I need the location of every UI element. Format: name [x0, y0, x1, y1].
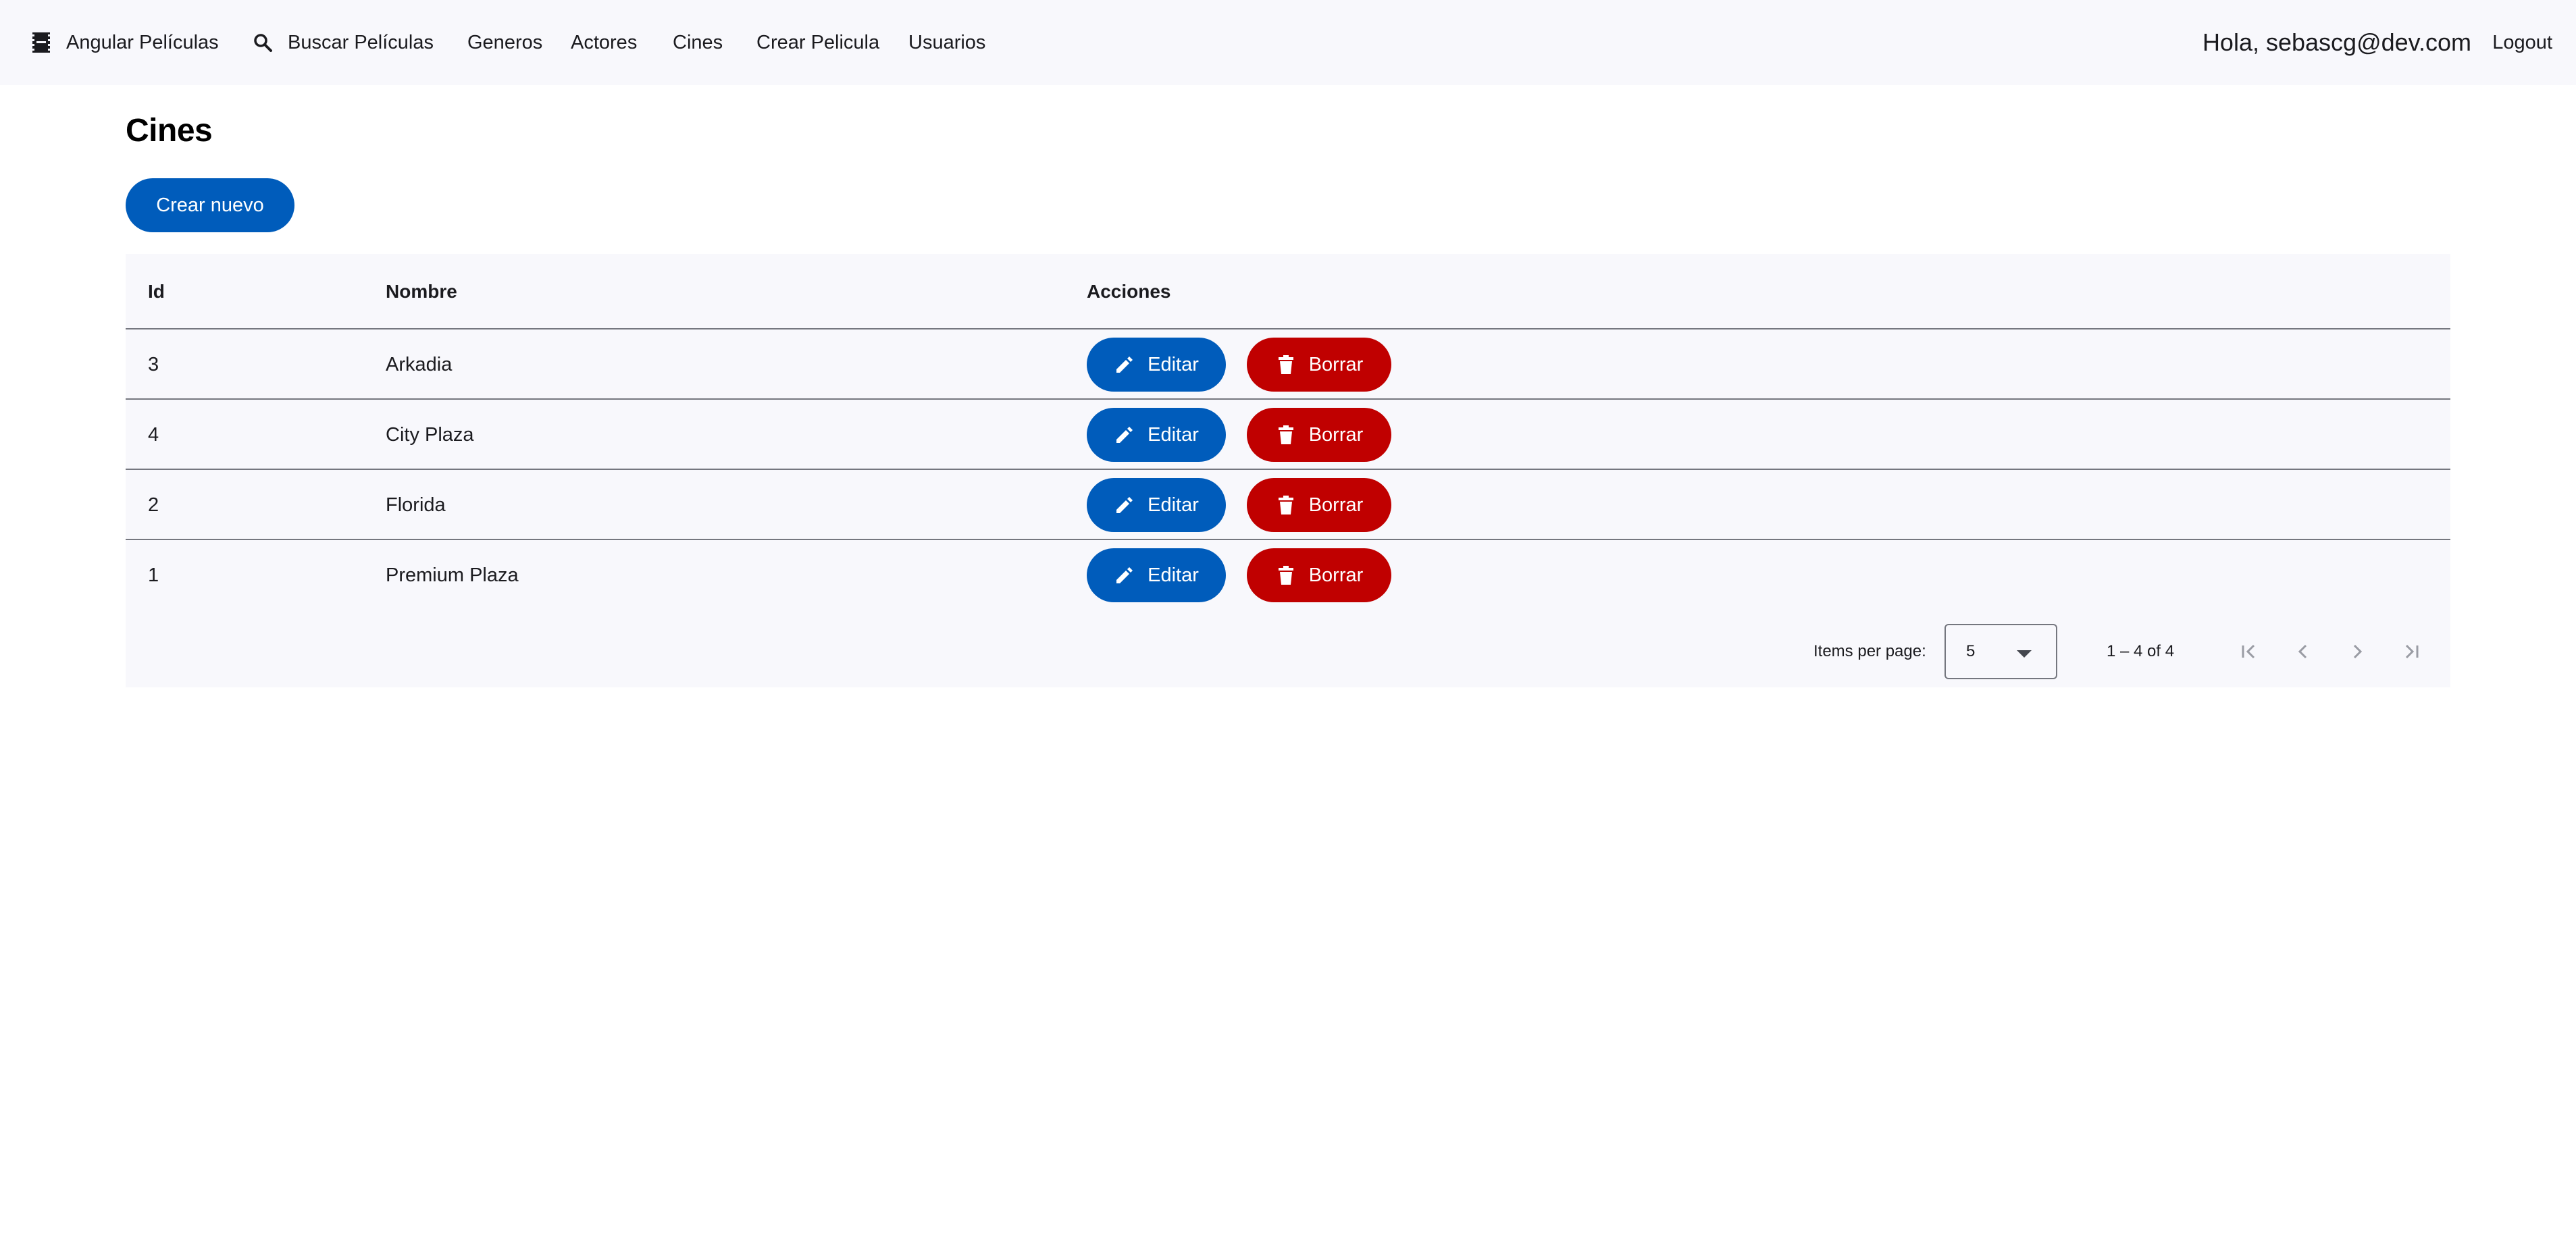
first-page-icon — [2242, 644, 2255, 659]
last-page-button[interactable] — [2395, 635, 2427, 668]
nav-actores-link[interactable]: Actores — [571, 0, 637, 85]
previous-page-button[interactable] — [2287, 635, 2319, 668]
cell-id: 3 — [148, 353, 159, 375]
caret-down-icon — [2017, 650, 2032, 658]
table-header-row: Id Nombre Acciones — [126, 254, 2450, 329]
last-page-icon — [2405, 644, 2419, 659]
delete-button-label: Borrar — [1308, 353, 1364, 375]
cell-id: 1 — [148, 564, 159, 586]
next-page-button[interactable] — [2341, 635, 2373, 668]
delete-button[interactable]: Borrar — [1247, 408, 1391, 462]
nav-search-link[interactable]: Buscar Películas — [253, 0, 434, 85]
first-page-button[interactable] — [2233, 635, 2265, 668]
edit-button[interactable]: Editar — [1087, 548, 1226, 602]
nav-generos-link[interactable]: Generos — [467, 0, 542, 85]
cell-nombre: City Plaza — [386, 423, 474, 446]
edit-button[interactable]: Editar — [1087, 478, 1226, 532]
create-new-button[interactable]: Crear nuevo — [126, 178, 294, 232]
cell-nombre: Florida — [386, 494, 446, 516]
edit-button[interactable]: Editar — [1087, 408, 1226, 462]
nav-brand-label: Angular Películas — [66, 31, 219, 53]
trash-icon — [1275, 494, 1297, 516]
cell-nombre: Premium Plaza — [386, 564, 519, 586]
nav-cines-link[interactable]: Cines — [673, 0, 723, 85]
nav-crear-pelicula-link[interactable]: Crear Pelicula — [756, 0, 879, 85]
edit-button-label: Editar — [1148, 494, 1199, 516]
delete-button-label: Borrar — [1308, 564, 1364, 586]
user-greeting: Hola, sebascg@dev.com — [2202, 28, 2471, 56]
page-size-select[interactable]: 5 — [1944, 624, 2057, 679]
chevron-left-icon — [2298, 644, 2307, 659]
cell-nombre: Arkadia — [386, 353, 453, 375]
pencil-icon — [1114, 564, 1135, 586]
delete-button-label: Borrar — [1308, 423, 1364, 446]
logout-button[interactable]: Logout — [2492, 0, 2552, 85]
delete-button-label: Borrar — [1308, 494, 1364, 516]
nav-usuarios-link[interactable]: Usuarios — [908, 0, 985, 85]
page-title: Cines — [126, 113, 213, 149]
edit-button-label: Editar — [1148, 423, 1199, 446]
column-header-id[interactable]: Id — [148, 254, 165, 329]
table-row: 3 Arkadia Editar Borrar — [126, 329, 2450, 400]
table-row: 4 City Plaza Editar Borrar — [126, 400, 2450, 470]
trash-icon — [1275, 424, 1297, 446]
page-size-value: 5 — [1966, 642, 1976, 660]
column-header-acciones: Acciones — [1087, 281, 1171, 302]
delete-button[interactable]: Borrar — [1247, 478, 1391, 532]
edit-button-label: Editar — [1148, 564, 1199, 586]
movie-icon — [31, 32, 51, 53]
cell-id: 2 — [148, 494, 159, 516]
page-range-label: 1 – 4 of 4 — [2107, 642, 2175, 660]
nav-search-label: Buscar Películas — [288, 31, 434, 53]
search-icon — [253, 32, 273, 53]
nav-brand-link[interactable]: Angular Películas — [31, 0, 219, 85]
chevron-right-icon — [2353, 644, 2363, 659]
delete-button[interactable]: Borrar — [1247, 338, 1391, 392]
pencil-icon — [1114, 354, 1135, 375]
edit-button[interactable]: Editar — [1087, 338, 1226, 392]
delete-button[interactable]: Borrar — [1247, 548, 1391, 602]
cines-table: Id Nombre Acciones 3 Arkadia Editar Borr… — [126, 254, 2450, 687]
trash-icon — [1275, 354, 1297, 375]
items-per-page-label: Items per page: — [1813, 642, 1926, 660]
column-header-nombre[interactable]: Nombre — [386, 254, 457, 329]
table-row: 2 Florida Editar Borrar — [126, 470, 2450, 540]
paginator: Items per page: 5 1 – 4 of 4 — [126, 616, 2450, 687]
trash-icon — [1275, 564, 1297, 586]
table-row: 1 Premium Plaza Editar Borrar — [126, 540, 2450, 610]
edit-button-label: Editar — [1148, 353, 1199, 375]
pencil-icon — [1114, 494, 1135, 516]
top-toolbar: Angular Películas Buscar Películas Gener… — [0, 0, 2576, 85]
pencil-icon — [1114, 424, 1135, 446]
cell-id: 4 — [148, 423, 159, 446]
app-root: Angular Películas Buscar Películas Gener… — [0, 0, 2576, 1241]
